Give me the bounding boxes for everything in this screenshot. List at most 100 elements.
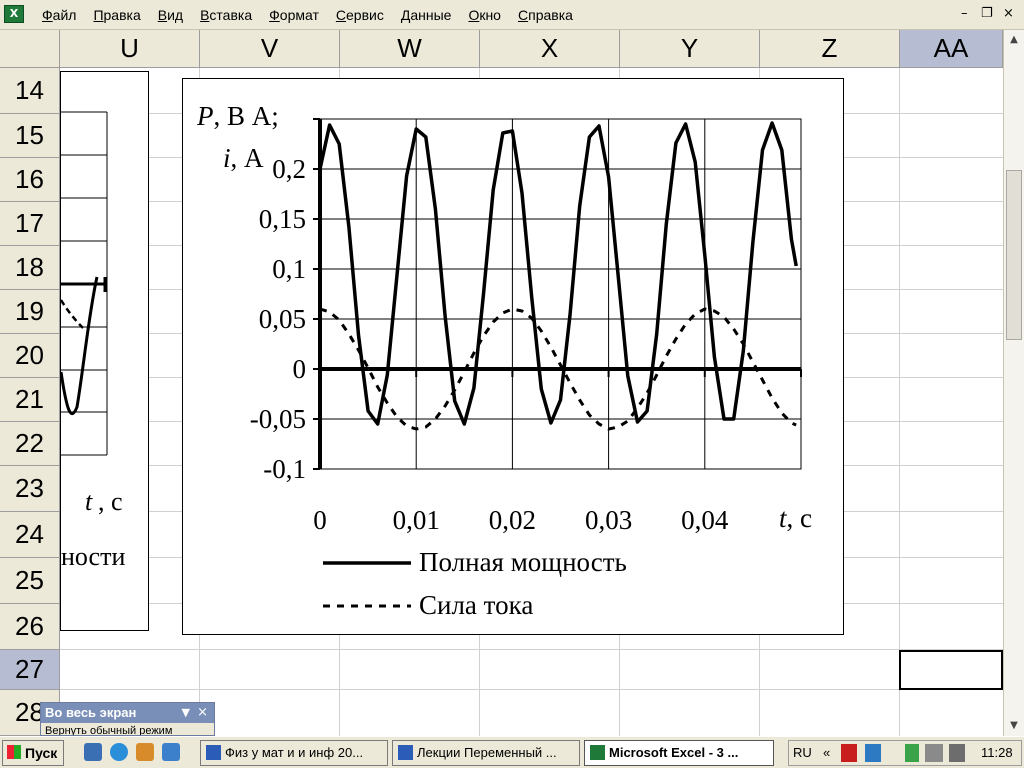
column-header-aa[interactable]: AA xyxy=(900,30,1003,67)
column-header-x[interactable]: X xyxy=(480,30,620,67)
row-header-14[interactable]: 14 xyxy=(0,68,59,114)
restore-icon[interactable]: ❐ xyxy=(981,6,993,21)
left-chart-legend-fragment: ности xyxy=(61,542,126,571)
scroll-up-icon[interactable]: ▲ xyxy=(1006,32,1022,48)
start-button[interactable]: Пуск xyxy=(2,740,64,766)
word-doc-icon xyxy=(398,745,413,760)
menu-file[interactable]: Файл xyxy=(34,7,85,23)
show-desktop-icon[interactable] xyxy=(162,743,180,761)
column-header-z[interactable]: Z xyxy=(760,30,900,67)
menu-view[interactable]: Вид xyxy=(150,7,192,23)
vertical-scrollbar[interactable]: ▲ ▼ xyxy=(1003,30,1024,736)
y-axis-var-i: i xyxy=(223,143,231,173)
tray-expand-icon[interactable]: « xyxy=(823,745,830,760)
gridline xyxy=(60,649,1003,650)
row-headers: 14 15 16 17 18 19 20 21 22 23 24 25 26 2… xyxy=(0,68,60,736)
menu-tools[interactable]: Сервис xyxy=(328,7,393,23)
toolbar-close-icon[interactable]: × xyxy=(197,703,208,723)
y-axis-label-line1: P, В А; xyxy=(197,101,279,132)
battery-icon[interactable] xyxy=(905,744,919,762)
menu-bar: X Файл Правка Вид Вставка Формат Сервис … xyxy=(0,0,1024,30)
close-icon[interactable]: × xyxy=(1003,6,1014,21)
row-header-19[interactable]: 19 xyxy=(0,290,59,334)
y-tick-label: 0,1 xyxy=(272,254,306,284)
menu-insert[interactable]: Вставка xyxy=(192,7,261,23)
left-chart-partial[interactable]: t , с ности xyxy=(60,71,149,631)
close-fullscreen-button[interactable]: Вернуть обычный режим xyxy=(45,725,172,735)
main-chart[interactable]: 0,2 0,15 0,1 0,05 0 -0,05 -0,1 0 0,01 0,02 0,03 0,0… xyxy=(182,78,844,635)
taskbar-item-word-doc-2[interactable]: Лекции Переменный ... xyxy=(392,740,580,766)
column-header-w[interactable]: W xyxy=(340,30,480,67)
series-line-power xyxy=(318,121,798,426)
browser-icon[interactable] xyxy=(110,743,128,761)
select-all-corner[interactable] xyxy=(0,30,60,67)
active-cell[interactable] xyxy=(899,650,1003,690)
row-header-21[interactable]: 21 xyxy=(0,378,59,422)
x-axis-unit: , с xyxy=(786,503,812,533)
legend-label-current: Сила тока xyxy=(419,590,534,620)
y-tick-label: -0,1 xyxy=(263,454,306,484)
row-header-17[interactable]: 17 xyxy=(0,202,59,246)
safely-remove-icon[interactable] xyxy=(925,744,943,762)
row-header-27[interactable]: 27 xyxy=(0,650,59,690)
row-header-22[interactable]: 22 xyxy=(0,422,59,466)
legend-label-power: Полная мощность xyxy=(419,547,627,577)
excel-doc-icon[interactable]: X xyxy=(4,5,24,23)
row-header-25[interactable]: 25 xyxy=(0,558,59,604)
gridline xyxy=(899,68,900,736)
column-header-v[interactable]: V xyxy=(200,30,340,67)
y-axis-unit-i: , А xyxy=(230,143,264,173)
x-tick-label: 0 xyxy=(313,505,327,535)
taskbar: Пуск Физ у мат и и инф 20... Лекции Пере… xyxy=(0,736,1024,768)
row-header-26[interactable]: 26 xyxy=(0,604,59,650)
start-label: Пуск xyxy=(25,745,58,761)
media-player-icon[interactable] xyxy=(136,743,154,761)
menu-edit[interactable]: Правка xyxy=(85,7,149,23)
language-indicator[interactable]: RU xyxy=(793,745,812,760)
row-header-20[interactable]: 20 xyxy=(0,334,59,378)
x-tick-label: 0,01 xyxy=(393,505,440,535)
row-header-15[interactable]: 15 xyxy=(0,114,59,158)
menu-items: Файл Правка Вид Вставка Формат Сервис Да… xyxy=(34,7,582,23)
task-label: Физ у мат и и инф 20... xyxy=(225,745,364,760)
left-chart-x-unit: , с xyxy=(98,487,123,516)
x-tick-label: 0,03 xyxy=(585,505,632,535)
clock: 11:28 xyxy=(981,745,1013,760)
scroll-down-icon[interactable]: ▼ xyxy=(1006,718,1022,734)
excel-icon xyxy=(590,745,605,760)
y-tick-label: 0,2 xyxy=(272,154,306,184)
y-axis-var-p: P xyxy=(197,101,214,131)
menu-format[interactable]: Формат xyxy=(261,7,328,23)
y-tick-label: 0 xyxy=(293,354,307,384)
network-icon[interactable] xyxy=(865,744,881,762)
x-tick-label: 0,02 xyxy=(489,505,536,535)
y-tick-label: -0,05 xyxy=(250,404,306,434)
y-axis-label-line2: i, А xyxy=(223,143,264,174)
taskbar-item-excel[interactable]: Microsoft Excel - 3 ... xyxy=(584,740,774,766)
x-tick-label: 0,04 xyxy=(681,505,729,535)
minimize-icon[interactable]: – xyxy=(961,6,968,21)
volume-icon[interactable] xyxy=(949,744,965,762)
row-header-24[interactable]: 24 xyxy=(0,512,59,558)
x-axis-label: t, с xyxy=(779,503,812,534)
y-tick-label: 0,15 xyxy=(259,204,306,234)
gridline xyxy=(60,689,1003,690)
row-header-23[interactable]: 23 xyxy=(0,466,59,512)
column-header-u[interactable]: U xyxy=(60,30,200,67)
left-chart-x-var: t xyxy=(85,487,93,516)
search-icon[interactable] xyxy=(84,743,102,761)
menu-help[interactable]: Справка xyxy=(510,7,582,23)
row-header-16[interactable]: 16 xyxy=(0,158,59,202)
toolbar-options-icon[interactable]: ▼ xyxy=(182,703,190,723)
row-header-18[interactable]: 18 xyxy=(0,246,59,290)
antivirus-icon[interactable] xyxy=(841,744,857,762)
taskbar-item-word-doc-1[interactable]: Физ у мат и и инф 20... xyxy=(200,740,388,766)
plot-area-frame xyxy=(319,118,802,470)
menu-data[interactable]: Данные xyxy=(393,7,461,23)
column-headers: U V W X Y Z AA xyxy=(0,30,1003,68)
column-header-y[interactable]: Y xyxy=(620,30,760,67)
scroll-thumb[interactable] xyxy=(1006,170,1022,340)
menu-window[interactable]: Окно xyxy=(460,7,510,23)
word-doc-icon xyxy=(206,745,221,760)
system-tray: RU « 11:28 xyxy=(788,740,1022,766)
